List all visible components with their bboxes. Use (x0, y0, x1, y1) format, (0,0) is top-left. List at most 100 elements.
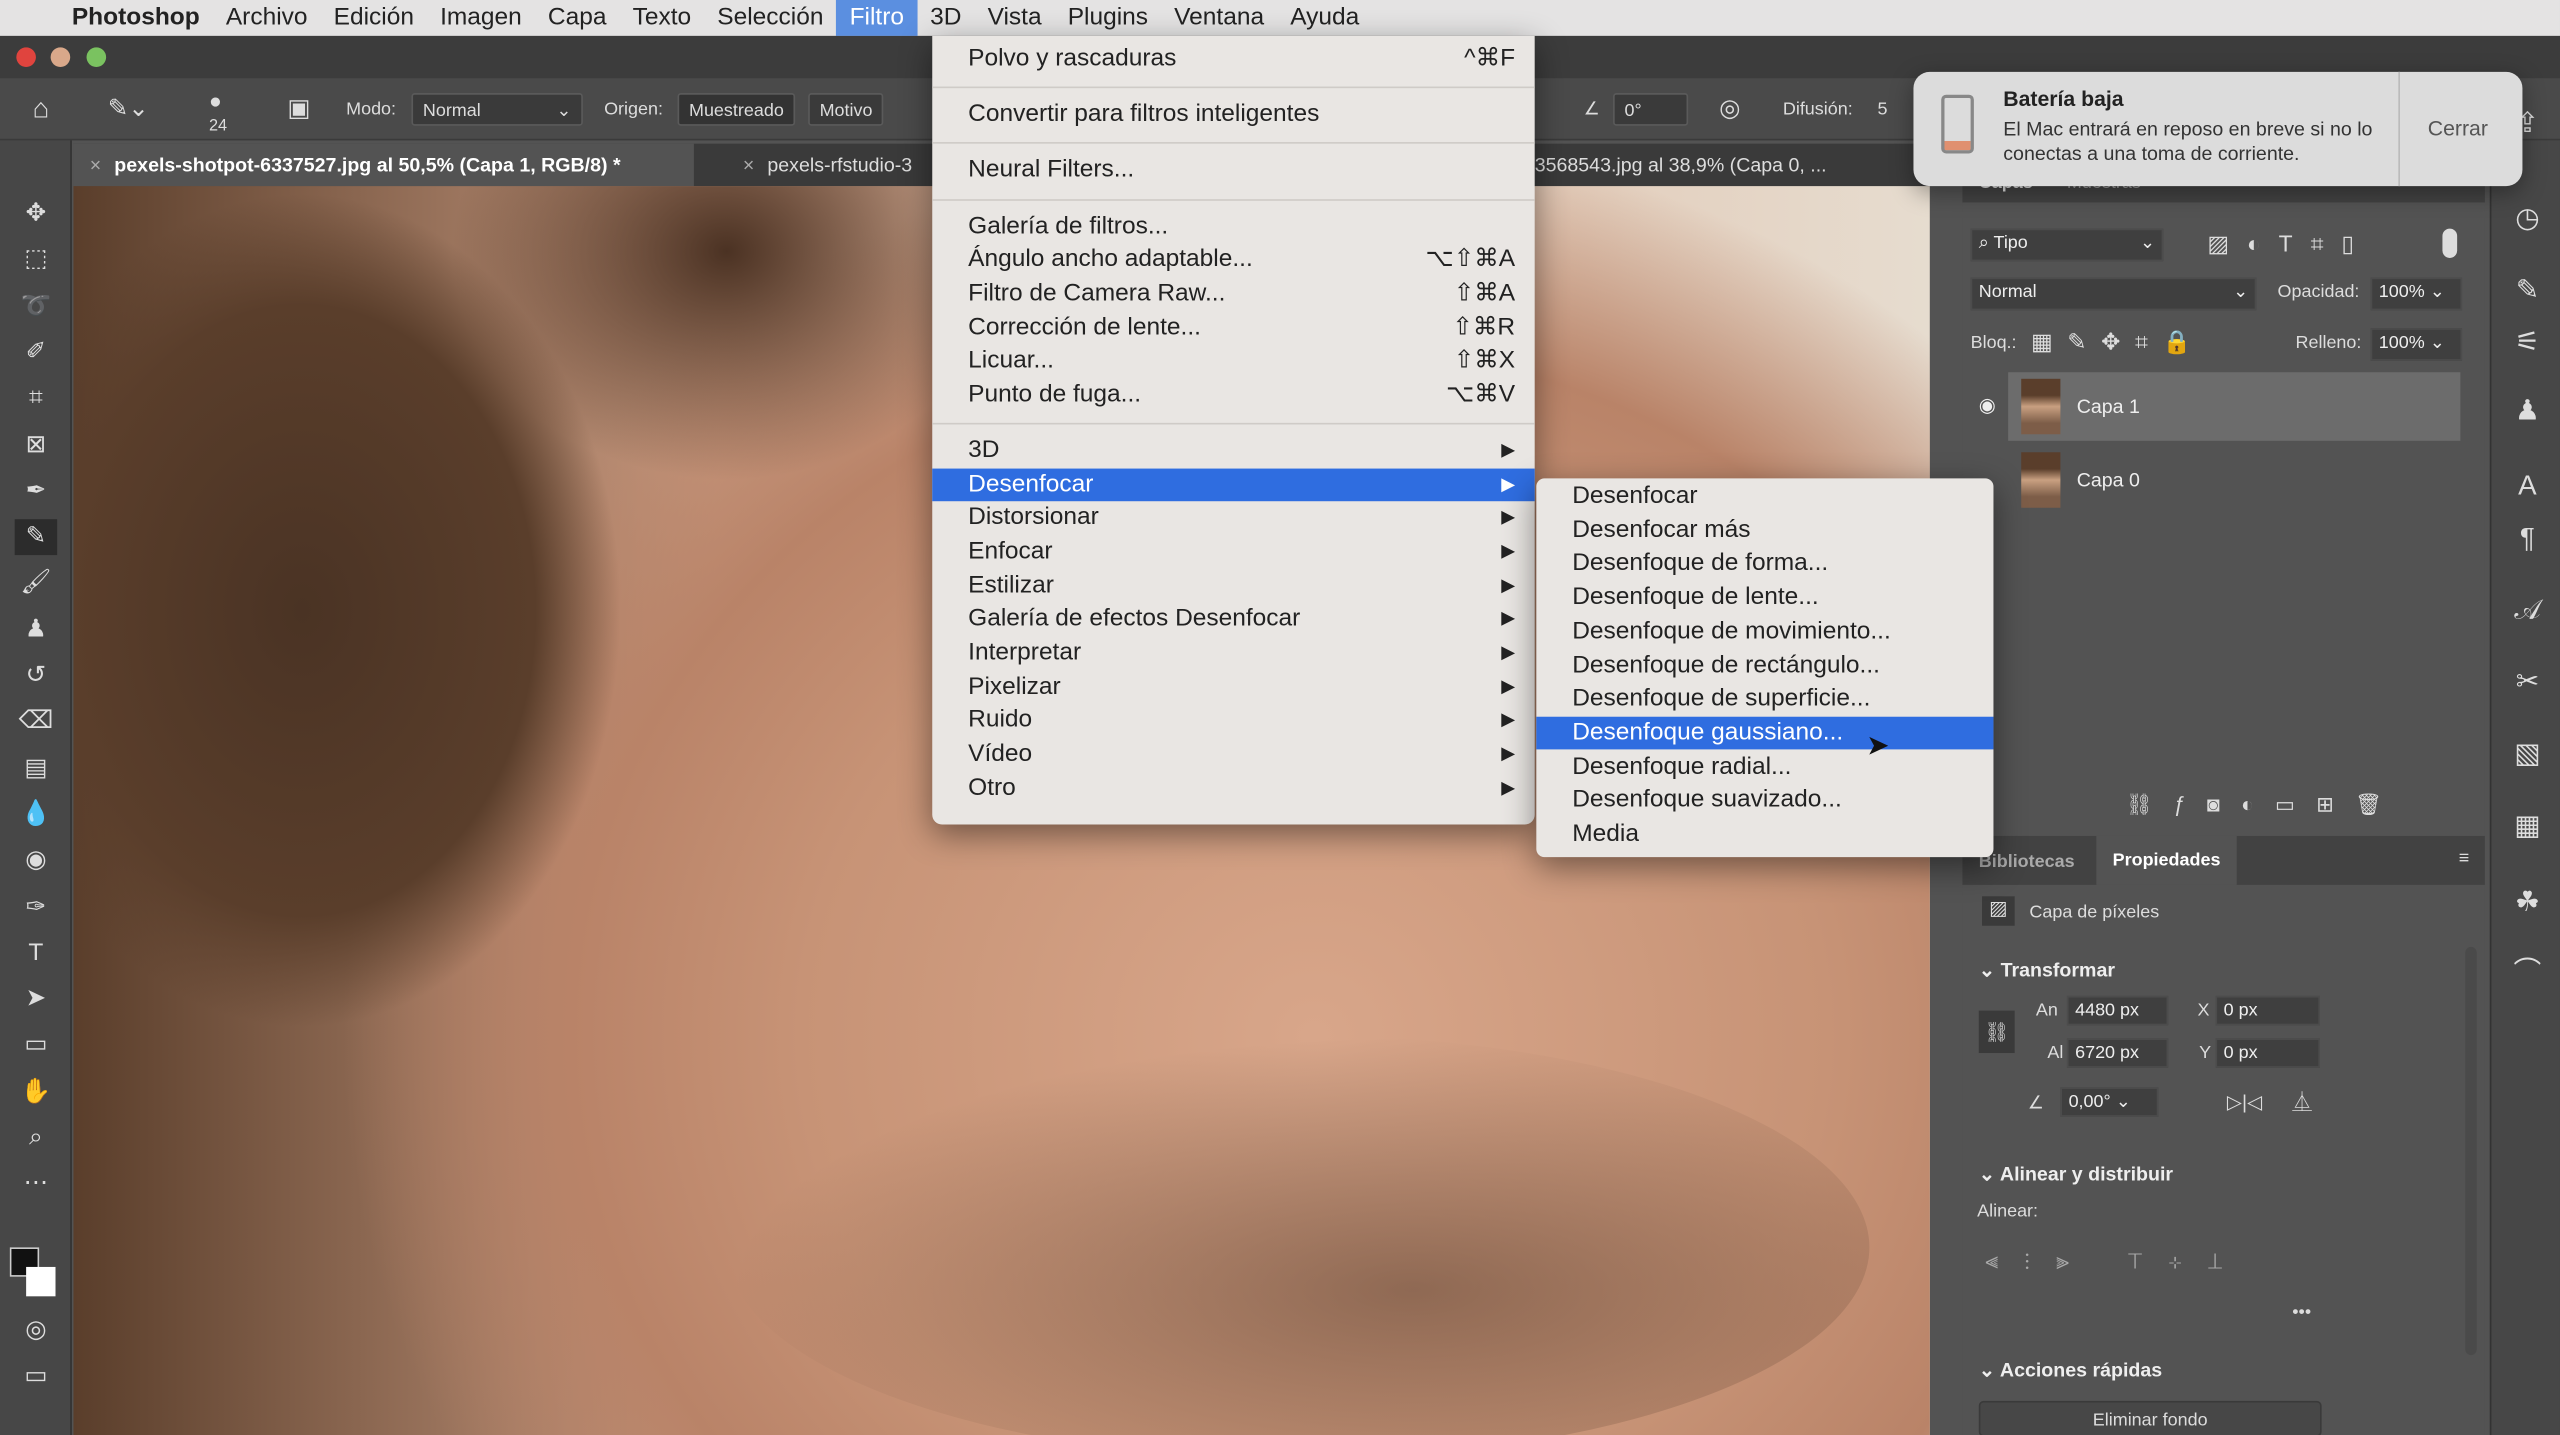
blur-submenu-item-desenfoque-de-movimiento[interactable]: Desenfoque de movimiento... (1536, 615, 1993, 648)
width-field[interactable]: 4480 px (2066, 995, 2169, 1026)
frame-tool-icon[interactable]: ⊠ (15, 427, 57, 463)
filter-menu-item-convertir-para-filtros-inteligentes[interactable]: Convertir para filtros inteligentes (932, 98, 1534, 131)
history-brush-tool-icon[interactable]: ↺ (15, 658, 57, 694)
blur-submenu-item-desenfoque-de-rectangulo[interactable]: Desenfoque de rectángulo... (1536, 649, 1993, 682)
gradients-icon[interactable]: ▧ (2508, 735, 2547, 774)
crop-tool-icon[interactable]: ⌗ (15, 381, 57, 417)
eyedropper-tool-icon[interactable]: ✒ (15, 473, 57, 509)
blur-submenu-item-desenfoque-de-forma[interactable]: Desenfoque de forma... (1536, 548, 1993, 581)
document-tab[interactable]: 3568543.jpg al 38,9% (Capa 0, ... (1518, 144, 1942, 186)
menu-ayuda[interactable]: Ayuda (1277, 0, 1372, 36)
blur-submenu-item-desenfoque-de-superficie[interactable]: Desenfoque de superficie... (1536, 683, 1993, 716)
layer-filter-icons[interactable]: ▨◐T⌗▯ (2207, 230, 2372, 258)
blur-submenu-item-desenfoque-radial[interactable]: Desenfoque radial... (1536, 750, 1993, 783)
path-select-tool-icon[interactable]: ➤ (15, 981, 57, 1017)
healing-brush-tool-icon[interactable]: ✎ (14, 519, 58, 556)
filter-menu-item-polvo-y-rascaduras[interactable]: Polvo y rascaduras ^⌘F (932, 42, 1534, 75)
document-tab[interactable]: × pexels-shotpot-6337527.jpg al 50,5% (Ca… (73, 143, 694, 187)
layer-filter-select[interactable]: ⌕ Tipo ⌄ (1970, 228, 2164, 262)
screen-mode-icon[interactable]: ▭ (15, 1358, 57, 1394)
brush-settings-icon[interactable]: ✎ (2508, 271, 2547, 310)
filter-menu-item-estilizar[interactable]: Estilizar ▶ (932, 569, 1534, 602)
type-tool-icon[interactable]: T (15, 935, 57, 971)
stamp-tool-icon[interactable]: ♟ (15, 612, 57, 648)
filter-menu-item-desenfocar[interactable]: Desenfocar ▶ (932, 467, 1535, 501)
blur-tool-icon[interactable]: 💧 (15, 797, 57, 833)
filter-menu-item-interpretar[interactable]: Interpretar ▶ (932, 637, 1534, 670)
fill-field[interactable]: 100% ⌄ (2370, 328, 2463, 361)
pressure-icon[interactable]: ◎ (1719, 93, 1740, 126)
brush-tool-icon[interactable]: 🖌 (15, 566, 57, 602)
align-section-header[interactable]: ⌄ Alinear y distribuir (1979, 1162, 2173, 1185)
paths-icon[interactable]: ⌒ (2508, 953, 2547, 992)
filter-menu-item-otro[interactable]: Otro ▶ (932, 772, 1534, 805)
angle-field[interactable]: 0° (1613, 93, 1689, 126)
apple-menu-icon[interactable] (0, 0, 59, 36)
filter-menu-item-angulo-ancho-adaptable[interactable]: Ángulo ancho adaptable... ⌥⇧⌘A (932, 244, 1534, 277)
blur-submenu-item-desenfoque-gaussiano[interactable]: Desenfoque gaussiano... (1536, 716, 1994, 750)
menu-3d[interactable]: 3D (917, 0, 974, 36)
zoom-tool-icon[interactable]: ⌕ (15, 1120, 57, 1156)
quick-actions-header[interactable]: ⌄ Acciones rápidas (1979, 1358, 2162, 1381)
tab-properties[interactable]: Propiedades (2096, 835, 2237, 885)
opacity-field[interactable]: 100% ⌄ (2370, 277, 2463, 311)
eraser-tool-icon[interactable]: ⌫ (15, 704, 57, 740)
filter-menu-item-neural-filters[interactable]: Neural Filters... (932, 154, 1534, 187)
menu-archivo[interactable]: Archivo (213, 0, 321, 36)
menu-capa[interactable]: Capa (535, 0, 620, 36)
flip-horizontal-icon[interactable]: ▷|◁ (2227, 1091, 2262, 1114)
menu-imagen[interactable]: Imagen (427, 0, 535, 36)
glyphs-icon[interactable]: 𝒜 (2508, 591, 2547, 630)
clone-source-icon[interactable]: ♟ (2508, 392, 2547, 431)
layer-row[interactable]: Capa 0 (2008, 446, 2460, 515)
filter-menu-item-pixelizar[interactable]: Pixelizar ▶ (932, 671, 1534, 704)
blur-submenu-item-desenfoque-de-lente[interactable]: Desenfoque de lente... (1536, 581, 1993, 614)
blur-submenu-item-desenfoque-suavizado[interactable]: Desenfoque suavizado... (1536, 784, 1993, 817)
blur-submenu-item-desenfocar[interactable]: Desenfocar (1536, 480, 1993, 513)
filter-menu-item-licuar[interactable]: Licuar... ⇧⌘X (932, 345, 1534, 378)
filter-toggle[interactable] (2442, 228, 2458, 258)
filter-menu-item-correccion-de-lente[interactable]: Corrección de lente... ⇧⌘R (932, 311, 1534, 344)
gradient-tool-icon[interactable]: ▤ (15, 750, 57, 786)
zoom-window-button[interactable] (86, 47, 107, 67)
more-tools-icon[interactable]: ⋯ (15, 1166, 57, 1202)
filter-menu-item-video[interactable]: Vídeo ▶ (932, 738, 1534, 771)
filter-menu-item-galeria-de-filtros[interactable]: Galería de filtros... (932, 210, 1534, 243)
blend-mode-select[interactable]: Normal ⌄ (1970, 277, 2257, 311)
hand-tool-icon[interactable]: ✋ (15, 1074, 57, 1110)
link-icon[interactable]: ⛓ (1978, 1010, 2015, 1054)
blur-submenu-item-desenfocar-mas[interactable]: Desenfocar más (1536, 514, 1993, 547)
filter-menu-item-filtro-de-camera-raw[interactable]: Filtro de Camera Raw... ⇧⌘A (932, 278, 1534, 311)
notification-close-button[interactable]: Cerrar (2428, 116, 2488, 140)
more-options-button[interactable]: ••• (2292, 1303, 2311, 1323)
marquee-tool-icon[interactable]: ⬚ (15, 242, 57, 278)
quick-mask-icon[interactable]: ◎ (15, 1313, 57, 1349)
lock-icons[interactable]: ▦✎✥⌗🔒 (2031, 328, 2206, 356)
filter-menu-item-distorsionar[interactable]: Distorsionar ▶ (932, 502, 1534, 535)
pen-tool-icon[interactable]: ✑ (15, 889, 57, 925)
character-icon[interactable]: A (2508, 467, 2547, 506)
mode-select[interactable]: Normal ⌄ (411, 93, 583, 126)
diffusion-value[interactable]: 5 (1878, 93, 1888, 126)
panel-menu-icon[interactable]: ≡ (2459, 849, 2469, 869)
move-tool-icon[interactable]: ✥ (15, 196, 57, 232)
origin-sampled-button[interactable]: Muestreado (677, 93, 796, 126)
menu-seleccion[interactable]: Selección (704, 0, 836, 36)
filter-menu-item-ruido[interactable]: Ruido ▶ (932, 704, 1534, 737)
eye-icon[interactable]: ◉ (1979, 393, 1996, 416)
home-icon[interactable]: ⌂ (33, 93, 50, 126)
quick-select-tool-icon[interactable]: ✐ (15, 335, 57, 371)
layer-row[interactable]: Capa 1 (2008, 372, 2461, 441)
menu-vista[interactable]: Vista (975, 0, 1055, 36)
adjustments-icon[interactable]: ⚟ (2508, 323, 2547, 362)
menu-plugins[interactable]: Plugins (1055, 0, 1161, 36)
close-tab-icon[interactable]: × (90, 153, 101, 176)
layer-actions-bar[interactable]: ⛓ƒ◙◐▭⊞🗑 (2126, 792, 2404, 818)
document-tab[interactable]: × pexels-rfstudio-3 (727, 144, 939, 186)
transform-section-header[interactable]: ⌄ Transformar (1979, 958, 2115, 981)
history-icon[interactable]: ◷ (2508, 199, 2547, 238)
healing-brush-tool-icon[interactable]: ✎⌄ (108, 93, 149, 126)
align-buttons[interactable]: ⫷⫶⫸ ⊤⊹⊥ (1985, 1247, 2248, 1275)
menu-filtro[interactable]: Filtro (836, 0, 918, 36)
properties-scrollbar[interactable] (2465, 946, 2477, 1356)
